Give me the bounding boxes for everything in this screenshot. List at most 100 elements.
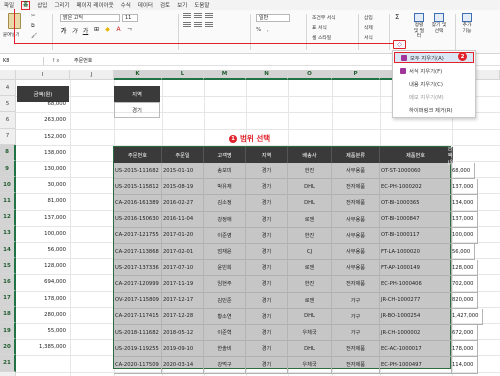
paste-button-label[interactable]: 붙여넣기 [3,32,20,38]
table-cell[interactable]: 100,000 [452,227,479,244]
column-header[interactable]: I [16,70,70,80]
table-cell[interactable]: 2017-11-19 [162,276,204,293]
table-cell[interactable]: 강먹구 [204,357,246,374]
row-header[interactable]: 16 [0,274,16,291]
border-icon[interactable]: ⊞ [93,26,100,35]
table-cell[interactable]: 사무용품 [332,163,380,180]
table-cell[interactable]: 1,427,000 [452,308,484,325]
menu-review[interactable]: 검토 [160,1,170,9]
region-header[interactable]: 지역 [114,86,160,102]
table-cell[interactable]: DHL [288,195,332,212]
clear-comments-item[interactable]: 메모 지우기(M) [394,91,474,102]
table-cell[interactable]: CA-2017-117415 [114,308,162,325]
fx-icon[interactable]: fx [44,58,70,64]
column-header[interactable]: M [204,70,246,80]
table-cell[interactable]: 경기 [246,341,288,358]
table-cell[interactable]: 56,000 [452,244,476,261]
table-cell[interactable]: 김민준 [204,292,246,309]
table-header-cell[interactable]: 금액(원) [448,146,457,166]
table-cell[interactable]: 경기 [246,195,288,212]
table-cell[interactable]: 2016-02-27 [162,195,204,212]
select-all-corner[interactable] [0,70,16,80]
table-cell[interactable]: FT-LA-1000020 [380,244,452,261]
insert-cells-button[interactable]: 삽입 [364,14,373,21]
amount-cell[interactable]: 100,000 [17,226,69,242]
table-cell[interactable]: 경기 [246,244,288,261]
table-cell[interactable]: US-2018-111682 [114,325,162,342]
table-cell[interactable]: EC-AC-1000017 [380,341,452,358]
row-header[interactable]: 9 [0,161,16,178]
row-header[interactable]: 12 [0,209,16,226]
table-cell[interactable]: 황소연 [204,308,246,325]
table-cell[interactable]: CA-2017-120999 [114,276,162,293]
menu-page-layout[interactable]: 페이지 레이아웃 [77,1,114,9]
table-cell[interactable]: US-2016-150630 [114,211,162,228]
table-cell[interactable]: CJ [288,244,332,261]
table-cell[interactable]: 경기 [246,179,288,196]
table-cell[interactable]: 사무용품 [332,227,380,244]
table-cell[interactable]: 137,000 [452,211,479,228]
table-cell[interactable]: EC-PH-1000406 [380,276,452,293]
row-header[interactable]: 18 [0,306,16,323]
table-cell[interactable]: 2019-09-10 [162,341,204,358]
format-cells-button[interactable]: 서식 [364,34,373,41]
table-cell[interactable]: 송보미 [204,163,246,180]
row-header[interactable]: 17 [0,290,16,307]
table-cell[interactable]: 2015-08-19 [162,179,204,196]
align-top-icon[interactable] [183,13,191,19]
format-painter-icon[interactable]: 🖌 [31,33,37,39]
table-cell[interactable]: 820,000 [452,292,479,309]
table-cell[interactable]: DHL [288,308,332,325]
table-cell[interactable]: 68,000 [452,163,476,180]
table-cell[interactable]: 178,000 [452,341,479,358]
table-cell[interactable]: EC-PH-1000202 [380,179,452,196]
table-cell[interactable]: OT-BI-1000847 [380,211,452,228]
table-cell[interactable]: 전자제품 [332,195,380,212]
column-header[interactable]: P [332,70,380,80]
table-cell[interactable]: 128,000 [452,260,479,277]
column-header[interactable]: N [246,70,288,80]
table-cell[interactable]: DHL [288,179,332,196]
table-cell[interactable]: CA-2020-117509 [114,357,162,374]
row-header[interactable]: 14 [0,242,16,259]
row-header[interactable]: 7 [0,128,16,145]
row-header[interactable]: 15 [0,258,16,275]
table-cell[interactable]: 한솔비 [204,341,246,358]
table-header-cell[interactable]: 주문일 [162,147,204,163]
align-left-icon[interactable] [183,22,191,28]
menu-file[interactable]: 파일 [4,1,14,9]
table-cell[interactable]: 윤빈희 [204,260,246,277]
column-header[interactable]: K [114,70,162,80]
table-cell[interactable]: 경기 [246,276,288,293]
align-middle-icon[interactable] [194,13,202,19]
table-cell[interactable]: 2017-07-10 [162,260,204,277]
fill-color-icon[interactable]: ◆ [104,26,111,35]
italic-icon[interactable]: 가 [71,26,78,35]
table-cell[interactable]: 전자제품 [332,179,380,196]
row-header[interactable]: 13 [0,225,16,242]
row-header[interactable]: 19 [0,323,16,340]
row-header[interactable]: 6 [0,112,16,129]
menu-insert[interactable]: 삽입 [37,1,47,9]
table-cell[interactable]: US-2019-119255 [114,341,162,358]
amount-cell[interactable]: 130,000 [17,161,69,177]
table-cell[interactable]: 전자제품 [332,341,380,358]
table-cell[interactable]: 경기 [246,357,288,374]
table-cell[interactable]: OV-2017-115809 [114,292,162,309]
font-color-icon[interactable]: A [115,26,122,35]
amount-cell[interactable]: 68,000 [17,96,69,112]
table-cell[interactable]: OT-BI-1000117 [380,227,452,244]
clear-formats-item[interactable]: 서식 지우기(F) [394,65,474,76]
table-cell[interactable]: 이준영 [204,227,246,244]
table-cell[interactable]: US-2015-115812 [114,179,162,196]
autosum-icon[interactable]: Σ [395,13,399,21]
table-cell[interactable]: 가구 [332,292,380,309]
table-cell[interactable]: 사무용품 [332,244,380,261]
table-cell[interactable]: 경기 [246,260,288,277]
table-cell[interactable]: 로젠 [288,260,332,277]
table-cell[interactable]: 경기 [246,211,288,228]
table-cell[interactable]: 이준혁 [204,325,246,342]
align-bottom-icon[interactable] [205,13,213,19]
table-cell[interactable]: JR-CH-1000002 [380,325,452,342]
table-header-cell[interactable]: 지역 [246,147,288,163]
